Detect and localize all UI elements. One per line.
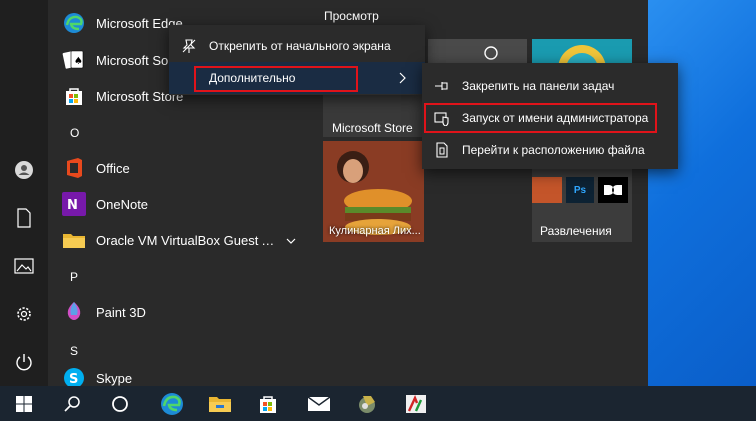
settings-icon[interactable]	[13, 303, 35, 325]
svg-text:♠: ♠	[74, 56, 83, 67]
store-taskbar-icon[interactable]	[254, 390, 282, 418]
app-virtualbox-guest-additions[interactable]: Oracle VM VirtualBox Guest Additions	[62, 224, 296, 256]
app-label: Paint 3D	[96, 304, 146, 320]
svg-text:N: N	[67, 198, 78, 213]
app-label: OneNote	[96, 196, 149, 212]
tile-cooking-game[interactable]: Кулинарная Лих...	[323, 141, 424, 242]
mail-icon[interactable]	[305, 390, 333, 418]
menu-item-label: Открепить от начального экрана	[209, 39, 391, 53]
store-bag-icon	[62, 84, 86, 108]
edge-taskbar-icon[interactable]	[158, 390, 186, 418]
photoshop-icon: Ps	[566, 177, 594, 203]
windows-start-icon[interactable]	[10, 390, 38, 418]
menu-item-label: Закрепить на панели задач	[462, 79, 615, 93]
taskbar	[0, 386, 756, 421]
edge-icon	[62, 11, 86, 35]
app-label: Office	[96, 160, 130, 176]
tile-label: Кулинарная Лих...	[329, 225, 421, 237]
app-microsoft-edge[interactable]: Microsoft Edge	[62, 7, 183, 39]
app-label-text: Oracle VM VirtualBox Guest Additions	[96, 232, 282, 248]
app-onenote[interactable]: N OneNote	[62, 188, 148, 220]
tile-label: Microsoft Store	[332, 121, 413, 135]
user-icon[interactable]	[13, 159, 35, 181]
pin-to-taskbar-item[interactable]: Закрепить на панели задач	[422, 70, 678, 102]
dolby-icon	[598, 177, 628, 203]
app-label: Skype	[96, 370, 133, 386]
office-icon	[62, 156, 86, 180]
onenote-icon: N	[62, 192, 86, 216]
unpin-from-start-item[interactable]: Открепить от начального экрана	[169, 30, 425, 62]
svg-text:S: S	[69, 372, 78, 387]
file-explorer-icon[interactable]	[206, 390, 234, 418]
tile-entertainment[interactable]: Ps Развлечения	[532, 169, 632, 242]
entertainment-thumb-1	[532, 177, 562, 203]
highlight-box-more	[194, 66, 358, 92]
cards-icon: ♠	[62, 48, 86, 72]
tiles-group-title: Просмотр	[324, 9, 379, 23]
folder-icon	[62, 228, 86, 252]
chevron-down-icon[interactable]	[286, 233, 296, 248]
menu-item-label: Перейти к расположению файла	[462, 143, 645, 157]
app-office[interactable]: Office	[62, 152, 130, 184]
tile-label: Развлечения	[540, 224, 612, 238]
app-taskbar-icon-1[interactable]	[353, 390, 381, 418]
pin-icon	[422, 80, 462, 92]
highlight-box-run-as-admin	[424, 103, 657, 133]
app-paint-3d[interactable]: Paint 3D	[62, 296, 146, 328]
desktop-background	[648, 0, 756, 386]
pictures-icon[interactable]	[13, 255, 35, 277]
skype-icon: S	[62, 368, 86, 388]
documents-icon[interactable]	[13, 207, 35, 229]
letter-header-s[interactable]: S	[70, 344, 78, 358]
app-skype[interactable]: S Skype	[62, 368, 132, 388]
file-location-icon	[422, 142, 462, 158]
unpin-icon	[169, 38, 209, 54]
open-file-location-item[interactable]: Перейти к расположению файла	[422, 134, 678, 166]
search-icon[interactable]	[58, 390, 86, 418]
app-microsoft-store[interactable]: Microsoft Store	[62, 80, 183, 112]
paint3d-icon	[62, 300, 86, 324]
app-label: Oracle VM VirtualBox Guest Additions	[96, 233, 282, 248]
tile-microsoft-store[interactable]: Microsoft Store	[323, 95, 424, 137]
letter-header-p[interactable]: P	[70, 270, 78, 284]
letter-header-o[interactable]: O	[70, 126, 79, 140]
power-icon[interactable]	[13, 351, 35, 373]
app-taskbar-icon-2[interactable]	[402, 390, 430, 418]
start-rail	[0, 0, 48, 386]
chevron-right-icon	[399, 72, 407, 87]
cortana-icon[interactable]	[106, 390, 134, 418]
